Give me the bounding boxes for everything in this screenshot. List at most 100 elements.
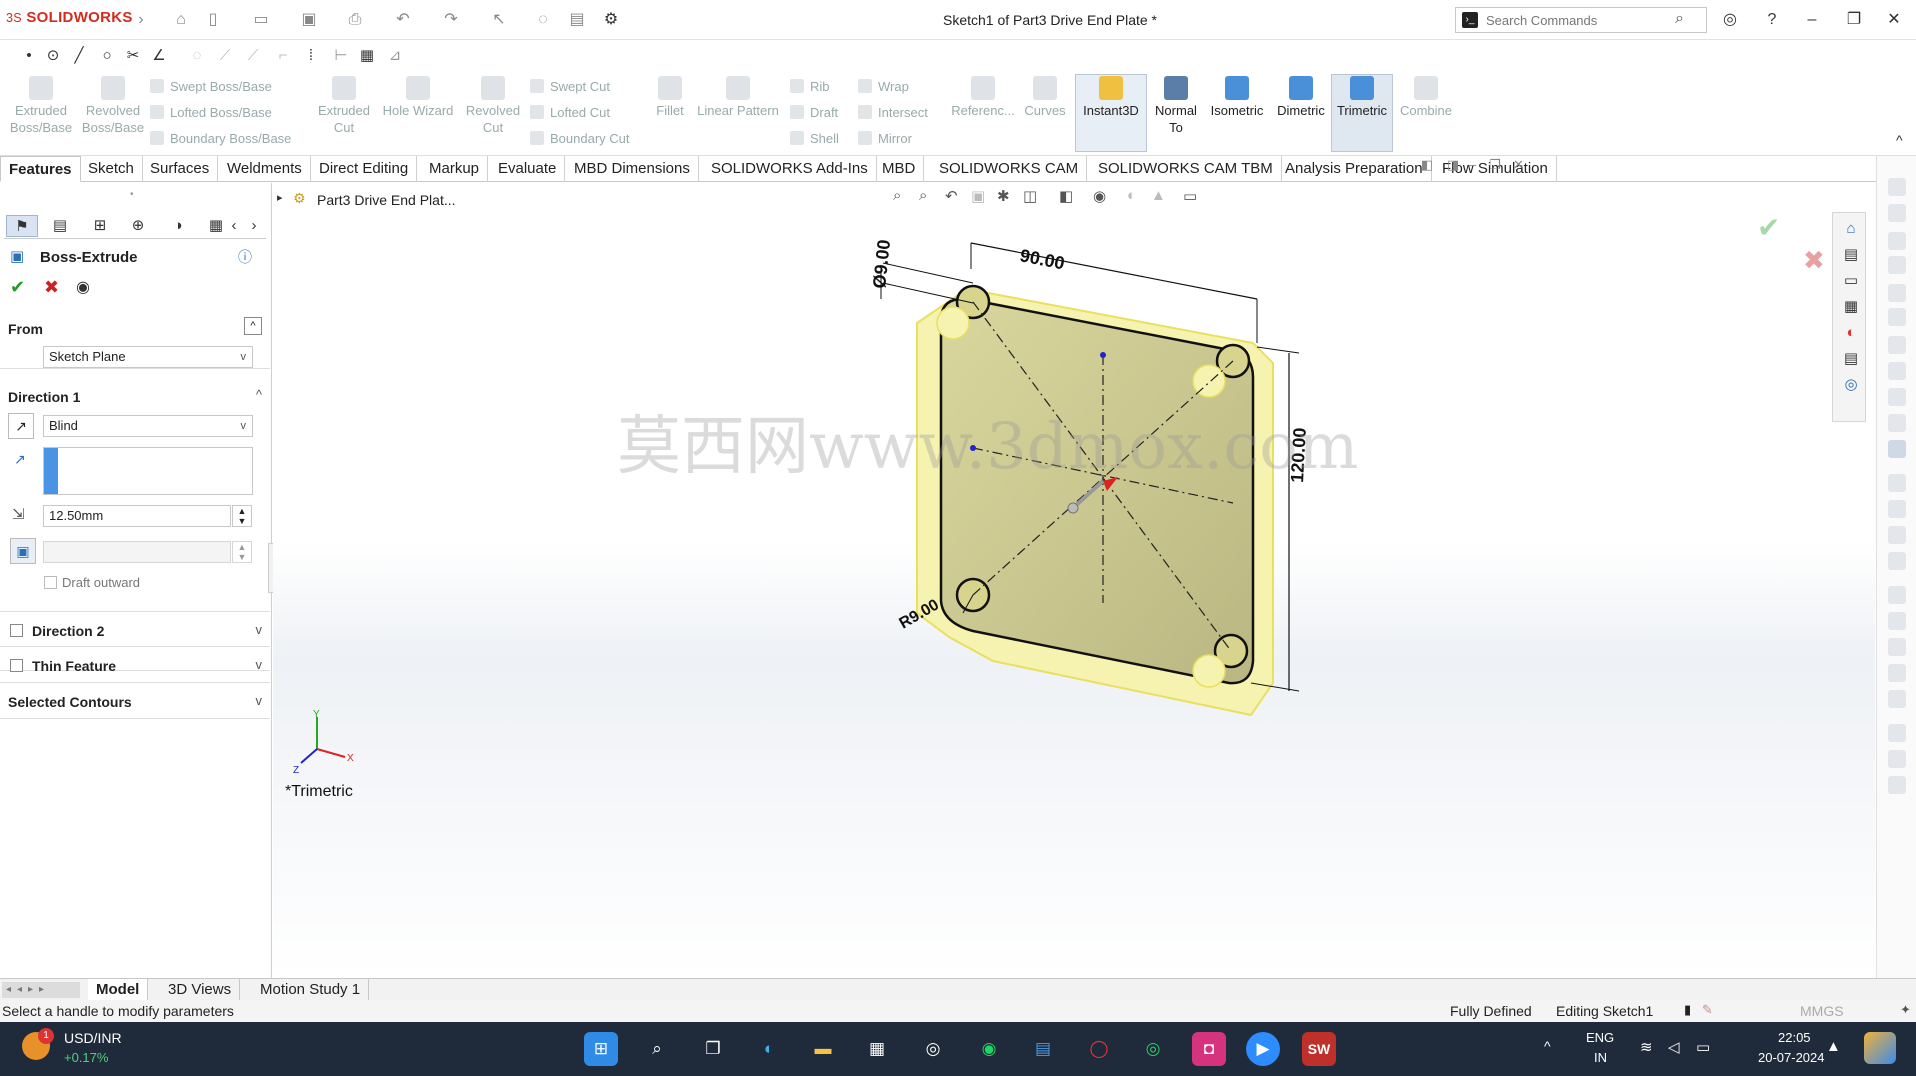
tool-4-icon[interactable] <box>1888 256 1906 274</box>
line-icon[interactable]: ╱ <box>68 46 90 66</box>
solidworks-logo[interactable]: 3S SOLIDWORKS <box>6 9 133 26</box>
select-icon[interactable]: ↖ <box>488 9 510 31</box>
point-icon[interactable]: • <box>18 46 40 66</box>
unit-system[interactable]: MMGS <box>1800 1003 1844 1019</box>
feature-manager-tab-icon[interactable]: ⚑ <box>6 215 38 237</box>
home-icon[interactable]: ⌂ <box>1841 219 1861 239</box>
search-commands-box[interactable]: ›_ Search Commands ⌕ <box>1455 7 1707 33</box>
tool-15-icon[interactable] <box>1888 552 1906 570</box>
tool-21-icon[interactable] <box>1888 724 1906 742</box>
customize-icon[interactable]: ✦ <box>1900 1002 1911 1018</box>
tool-9-icon[interactable] <box>1888 388 1906 406</box>
tool-19-icon[interactable] <box>1888 664 1906 682</box>
volume-icon[interactable]: ◁ <box>1668 1038 1680 1056</box>
whatsapp-icon[interactable]: ◎ <box>1136 1032 1170 1066</box>
tool-22-icon[interactable] <box>1888 750 1906 768</box>
tab-features[interactable]: Features <box>0 156 81 182</box>
corner-icon[interactable]: ⌐ <box>272 46 294 66</box>
convert-icon[interactable]: ⟋ <box>214 46 236 66</box>
intersect-button[interactable]: Intersect <box>858 105 928 120</box>
viewport-close-icon[interactable]: ✕ <box>1513 157 1524 173</box>
tool-12-icon[interactable] <box>1888 474 1906 492</box>
wifi-icon[interactable]: ≋ <box>1640 1038 1653 1056</box>
tab-direct-editing[interactable]: Direct Editing <box>311 156 418 182</box>
extend-icon[interactable]: ⟋ <box>242 46 264 66</box>
tool-13-icon[interactable] <box>1888 500 1906 518</box>
extruded-boss-button[interactable]: Extruded Boss/Base <box>6 76 76 136</box>
construction-icon[interactable]: ⁞ <box>300 46 322 66</box>
tool-2-icon[interactable] <box>1888 204 1906 222</box>
start-icon[interactable]: ⊞ <box>584 1032 618 1066</box>
panel-grip-icon[interactable]: • <box>130 189 134 200</box>
restore-button[interactable]: ❐ <box>1836 6 1872 34</box>
stock-name[interactable]: USD/INR <box>64 1030 122 1046</box>
tab-mbd-dimensions[interactable]: MBD Dimensions <box>566 156 699 182</box>
instant3d-button[interactable]: Instant3D <box>1075 76 1147 119</box>
appearances-icon[interactable]: ◐ <box>1841 323 1861 343</box>
relation-icon[interactable]: ⊿ <box>384 46 406 66</box>
menu-expand-icon[interactable]: › <box>130 9 152 31</box>
tool-10-icon[interactable] <box>1888 414 1906 432</box>
search-icon[interactable]: ⌕ <box>1675 10 1684 28</box>
trim-icon[interactable]: ✂ <box>122 46 144 66</box>
viewport-tile-icon[interactable]: ◧ <box>1421 157 1433 173</box>
draft-toggle-icon[interactable]: ▣ <box>10 538 36 564</box>
chevron-up-icon[interactable]: ^ <box>256 387 262 402</box>
tab-solidworks-cam-tbm[interactable]: SOLIDWORKS CAM TBM <box>1090 156 1282 182</box>
graphics-area[interactable]: ▸ ⚙ Part3 Drive End Plat... ⌕ ⌕ ↶ ▣ ✱ ◫ … <box>273 157 1875 978</box>
combine-button[interactable]: Combine <box>1396 76 1456 119</box>
open-icon[interactable]: ▭ <box>250 9 272 31</box>
hole-wizard-button[interactable]: Hole Wizard <box>378 76 458 119</box>
help-icon[interactable]: ⓘ <box>238 247 252 267</box>
from-dropdown[interactable]: Sketch Plane v <box>43 346 253 368</box>
collapse-icon[interactable]: ^ <box>244 317 262 335</box>
fillet-button[interactable]: Fillet <box>650 76 690 119</box>
search-icon[interactable]: ⌕ <box>640 1032 674 1066</box>
depth-input[interactable]: 12.50mm <box>43 505 231 527</box>
file-explorer-icon[interactable]: ▦ <box>1841 297 1861 317</box>
configuration-manager-tab-icon[interactable]: ⊞ <box>84 215 116 237</box>
resources-icon[interactable]: ▤ <box>1841 245 1861 265</box>
tab-solidworks-cam[interactable]: SOLIDWORKS CAM <box>931 156 1088 182</box>
notification-bell-icon[interactable]: ▲ <box>1826 1038 1841 1055</box>
notepad-icon[interactable]: ▤ <box>1026 1032 1060 1066</box>
search-input[interactable]: Search Commands <box>1486 13 1597 28</box>
edge-icon[interactable]: ◐ <box>752 1032 786 1066</box>
tab-motion-study-1[interactable]: Motion Study 1 <box>252 979 370 1001</box>
store-icon[interactable]: ▦ <box>860 1032 894 1066</box>
tab-analysis-preparation[interactable]: Analysis Preparation <box>1277 156 1432 182</box>
reverse-direction-icon[interactable]: ↗ <box>8 413 34 439</box>
instagram-icon[interactable]: ◘ <box>1192 1032 1226 1066</box>
draft-angle-input[interactable] <box>43 541 231 563</box>
close-button[interactable]: ✕ <box>1876 6 1912 34</box>
tab-sketch[interactable]: Sketch <box>80 156 143 182</box>
tab-scroll-right-icon[interactable]: › <box>246 215 262 237</box>
trimetric-button[interactable]: Trimetric <box>1331 76 1393 119</box>
lofted-boss-button[interactable]: Lofted Boss/Base <box>150 105 272 120</box>
opera-icon[interactable]: ◯ <box>1082 1032 1116 1066</box>
hidden-icons-chevron-icon[interactable]: ^ <box>1544 1038 1551 1054</box>
tool-7-icon[interactable] <box>1888 336 1906 354</box>
lofted-cut-button[interactable]: Lofted Cut <box>530 105 610 120</box>
redo-icon[interactable]: ↷ <box>440 9 462 31</box>
tab-solidworks-add-ins[interactable]: SOLIDWORKS Add-Ins <box>703 156 877 182</box>
chevron-down-icon[interactable]: v <box>256 657 263 672</box>
home-icon[interactable]: ⌂ <box>170 9 192 31</box>
ok-check-icon[interactable]: ✔ <box>10 277 25 298</box>
solidworks-taskbar-icon[interactable]: SW <box>1302 1032 1336 1066</box>
depth-spinner[interactable]: ▲ ▼ <box>232 505 252 527</box>
language-code[interactable]: ENG <box>1586 1030 1614 1045</box>
dimxpert-tab-icon[interactable]: ⊕ <box>122 215 154 237</box>
tool-6-icon[interactable] <box>1888 308 1906 326</box>
zoom-icon[interactable]: ▶ <box>1246 1032 1280 1066</box>
shell-button[interactable]: Shell <box>790 131 839 146</box>
rebuild-icon[interactable]: ◌ <box>532 9 554 31</box>
dimetric-button[interactable]: Dimetric <box>1272 76 1330 119</box>
polygon-icon[interactable]: ○ <box>96 46 118 66</box>
collapse-ribbon-icon[interactable]: ^ <box>1896 132 1903 148</box>
chevron-down-icon[interactable]: v <box>256 693 263 708</box>
viewport-minimize-icon[interactable]: – <box>1469 157 1476 172</box>
direction-selection-box[interactable] <box>43 447 253 495</box>
tool-23-icon[interactable] <box>1888 776 1906 794</box>
circle-icon[interactable]: ⊙ <box>42 46 64 66</box>
